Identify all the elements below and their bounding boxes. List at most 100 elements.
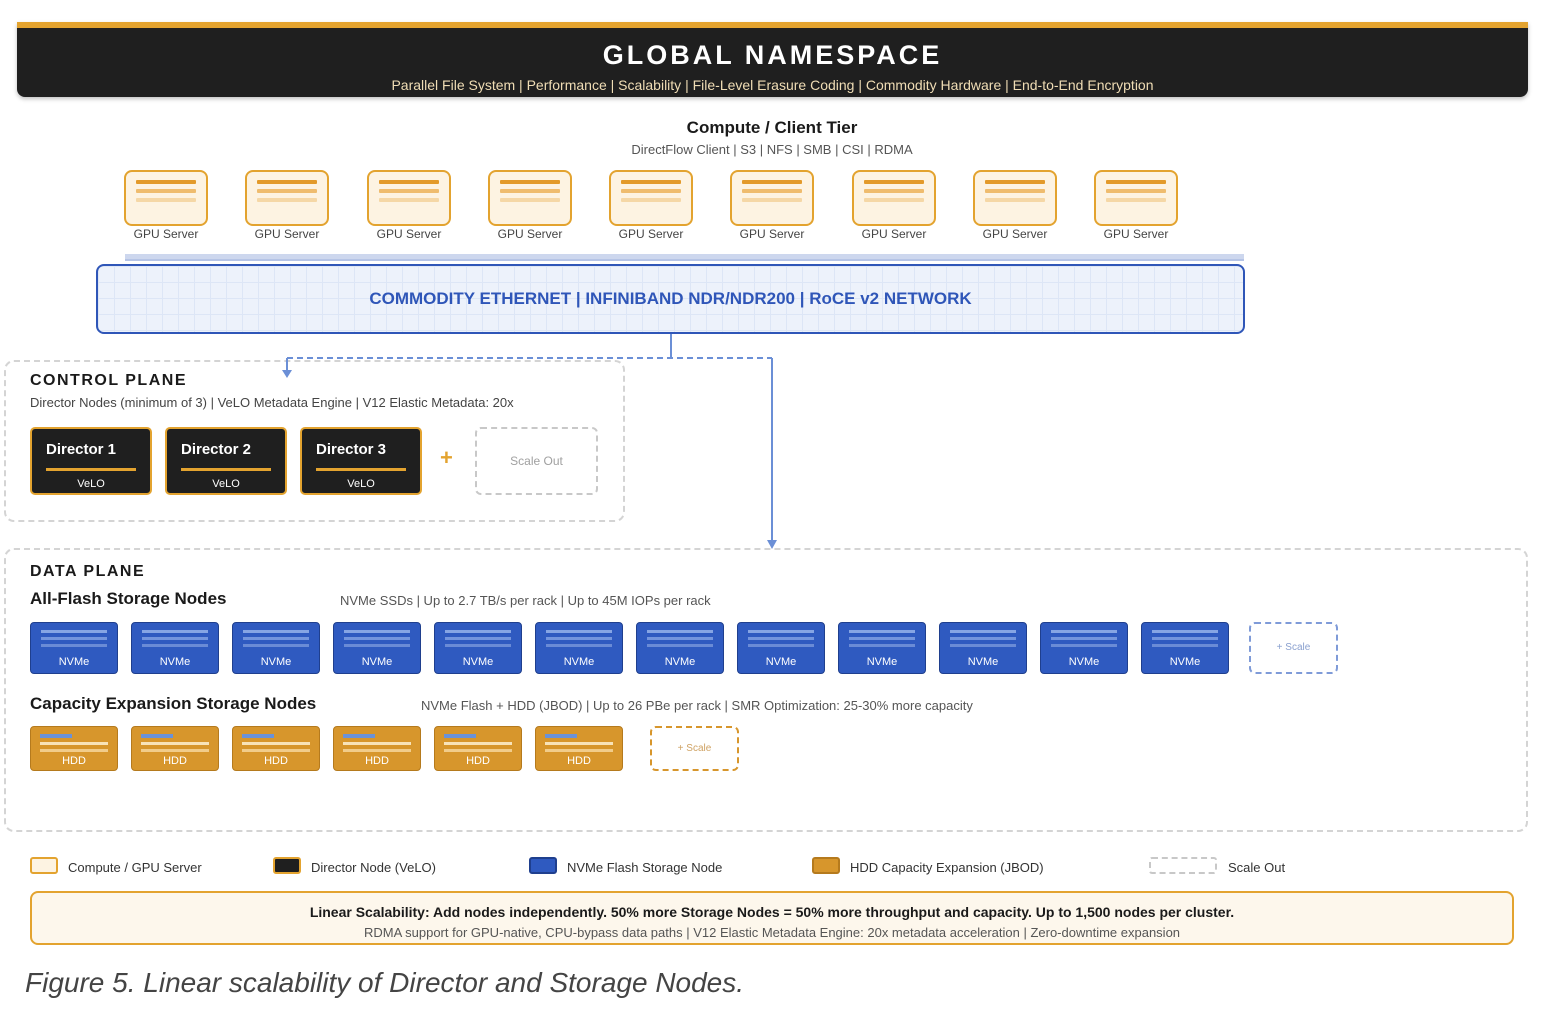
control-plane-title: CONTROL PLANE: [30, 372, 187, 389]
nvme-node-label: NVMe: [1068, 656, 1100, 668]
gpu-server: GPU Server: [367, 170, 451, 241]
gpu-server-label: GPU Server: [376, 227, 442, 241]
gpu-server: GPU Server: [124, 170, 208, 241]
hdd-node-label: HDD: [466, 755, 490, 767]
legend-label: NVMe Flash Storage Node: [567, 860, 723, 875]
nvme-node-label: NVMe: [967, 656, 999, 668]
legend-swatch-gpu: [30, 857, 58, 874]
director-divider: [46, 468, 136, 471]
gpu-server: GPU Server: [973, 170, 1057, 241]
compute-tier-title: Compute / Client Tier: [686, 118, 858, 137]
nvme-node: NVMe: [636, 622, 724, 674]
gpu-server-icon: [852, 170, 936, 226]
gpu-server-label: GPU Server: [618, 227, 684, 241]
hdd-node-label: HDD: [567, 755, 591, 767]
figure-caption: Figure 5. Linear scalability of Director…: [25, 967, 745, 998]
nvme-node: NVMe: [434, 622, 522, 674]
capacity-section-title: Capacity Expansion Storage Nodes: [30, 694, 317, 713]
gpu-server-icon: [609, 170, 693, 226]
nvme-node-label: NVMe: [260, 656, 292, 668]
gpu-server: GPU Server: [852, 170, 936, 241]
nvme-node-label: NVMe: [462, 656, 494, 668]
gpu-server-icon: [488, 170, 572, 226]
network-fabric: COMMODITY ETHERNET | INFINIBAND NDR/NDR2…: [96, 264, 1245, 334]
director-divider: [181, 468, 271, 471]
nvme-node-label: NVMe: [563, 656, 595, 668]
hdd-node-label: HDD: [365, 755, 389, 767]
gpu-server: GPU Server: [488, 170, 572, 241]
director-engine: VeLO: [212, 478, 240, 490]
gpu-server: GPU Server: [1094, 170, 1178, 241]
director-divider: [316, 468, 406, 471]
hdd-node: HDD: [232, 726, 320, 771]
gpu-server-icon: [367, 170, 451, 226]
director-node: Director 1 VeLO: [30, 427, 152, 495]
flash-scale-out: + Scale: [1249, 622, 1338, 674]
director-engine: VeLO: [77, 478, 105, 490]
server-rail: [125, 254, 1244, 261]
nvme-node: NVMe: [131, 622, 219, 674]
flash-section-subtitle: NVMe SSDs | Up to 2.7 TB/s per rack | Up…: [340, 593, 711, 608]
director-scale-out: Scale Out: [475, 427, 598, 495]
plus-icon: +: [440, 445, 453, 470]
director-name: Director 3: [316, 441, 387, 458]
gpu-server-label: GPU Server: [254, 227, 320, 241]
control-plane-subtitle: Director Nodes (minimum of 3) | VeLO Met…: [30, 395, 514, 410]
nvme-node: NVMe: [1141, 622, 1229, 674]
nvme-node: NVMe: [232, 622, 320, 674]
gpu-server-icon: [973, 170, 1057, 226]
hdd-node-label: HDD: [62, 755, 86, 767]
nvme-node: NVMe: [30, 622, 118, 674]
director-name: Director 1: [46, 441, 117, 458]
flash-section-title: All-Flash Storage Nodes: [30, 589, 227, 608]
scalability-callout: Linear Scalability: Add nodes independen…: [30, 891, 1514, 945]
gpu-server: GPU Server: [730, 170, 814, 241]
legend-label: Compute / GPU Server: [68, 860, 202, 875]
hdd-node-label: HDD: [264, 755, 288, 767]
hdd-node: HDD: [131, 726, 219, 771]
legend-swatch-nvme: [529, 857, 557, 874]
nvme-node: NVMe: [333, 622, 421, 674]
data-plane-title: DATA PLANE: [30, 563, 146, 580]
gpu-server-label: GPU Server: [739, 227, 805, 241]
legend-swatch-director: [273, 857, 301, 874]
gpu-server-icon: [245, 170, 329, 226]
gpu-server-icon: [730, 170, 814, 226]
hdd-node-label: HDD: [163, 755, 187, 767]
callout-main-text: Linear Scalability: Add nodes independen…: [309, 904, 1235, 920]
gpu-server-icon: [124, 170, 208, 226]
gpu-server-label: GPU Server: [1103, 227, 1169, 241]
legend-label: HDD Capacity Expansion (JBOD): [850, 860, 1044, 875]
nvme-node: NVMe: [1040, 622, 1128, 674]
director-node: Director 3 VeLO: [300, 427, 422, 495]
legend-label: Scale Out: [1228, 860, 1286, 875]
nvme-node-label: NVMe: [361, 656, 393, 668]
gpu-server-label: GPU Server: [133, 227, 199, 241]
header-subtitle: Parallel File System | Performance | Sca…: [391, 77, 1154, 93]
gpu-server: GPU Server: [245, 170, 329, 241]
nvme-node-label: NVMe: [765, 656, 797, 668]
nvme-node-label: NVMe: [866, 656, 898, 668]
legend-swatch-scale: [1149, 857, 1217, 874]
hdd-node: HDD: [333, 726, 421, 771]
nvme-node-label: NVMe: [1169, 656, 1201, 668]
hdd-node: HDD: [30, 726, 118, 771]
gpu-server: GPU Server: [609, 170, 693, 241]
nvme-node: NVMe: [939, 622, 1027, 674]
header-title: GLOBAL NAMESPACE: [602, 40, 943, 70]
nvme-node: NVMe: [838, 622, 926, 674]
callout-sub-text: RDMA support for GPU-native, CPU-bypass …: [363, 925, 1181, 940]
legend-label: Director Node (VeLO): [311, 860, 436, 875]
director-engine: VeLO: [347, 478, 375, 490]
capacity-section-subtitle: NVMe Flash + HDD (JBOD) | Up to 26 PBe p…: [421, 698, 973, 713]
gpu-server-label: GPU Server: [982, 227, 1048, 241]
nvme-node: NVMe: [535, 622, 623, 674]
nvme-node-label: NVMe: [664, 656, 696, 668]
nvme-node-label: NVMe: [159, 656, 191, 668]
gpu-server-label: GPU Server: [497, 227, 563, 241]
global-namespace-header: GLOBAL NAMESPACE Parallel File System | …: [17, 22, 1528, 97]
hdd-node: HDD: [535, 726, 623, 771]
data-plane-panel: [4, 548, 1528, 832]
hdd-node: HDD: [434, 726, 522, 771]
director-node: Director 2 VeLO: [165, 427, 287, 495]
